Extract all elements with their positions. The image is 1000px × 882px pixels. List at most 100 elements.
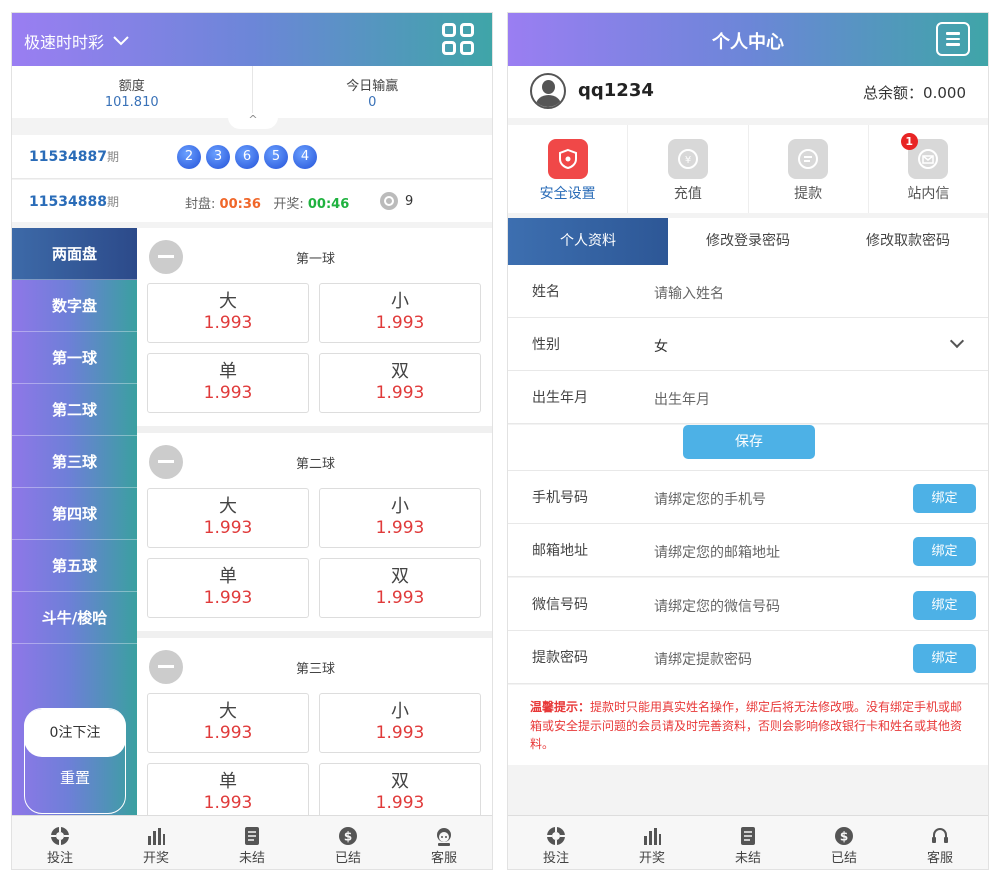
bet-option[interactable]: 大 1.993 <box>147 693 309 753</box>
phone-label: 手机号码 <box>532 490 588 506</box>
wechat-label: 微信号码 <box>532 597 588 613</box>
bottom-tabbar: 投注 开奖 未结 $ 已结 客服 <box>508 815 988 869</box>
document-icon <box>245 827 259 845</box>
last-period: 11534887期 <box>29 149 119 165</box>
tab-bet[interactable]: 投注 <box>508 816 604 869</box>
draw-ball: 6 <box>235 145 259 169</box>
online-count: 9 <box>379 191 413 211</box>
ball-group: 第二球 大 1.993 小 1.993 单 1.993 双 1.993 <box>137 433 492 631</box>
svg-text:¥: ¥ <box>685 155 691 166</box>
menu-icon[interactable] <box>936 22 970 56</box>
tab-settled[interactable]: $ 已结 <box>796 816 892 869</box>
next-period: 11534888期 <box>29 194 119 210</box>
tip-body: 提款时只能用真实姓名操作，绑定后将无法修改哦。没有绑定手机或邮箱或安全提示问题的… <box>530 700 963 751</box>
withdraw-password-label: 提款密码 <box>532 650 588 666</box>
tab-login-password[interactable]: 修改登录密码 <box>668 218 828 265</box>
quick-messages[interactable]: 1 站内信 <box>869 125 988 213</box>
nav-ball-2[interactable]: 第二球 <box>12 384 137 436</box>
profile-tabs: 个人资料 修改登录密码 修改取款密码 <box>508 218 988 265</box>
draw-ball: 3 <box>206 145 230 169</box>
unread-badge: 1 <box>900 133 918 150</box>
tab-support[interactable]: 客服 <box>396 816 492 869</box>
nav-two-sides[interactable]: 两面盘 <box>12 228 137 280</box>
wechat-row: 微信号码 请绑定您的微信号码 绑定 <box>508 578 988 631</box>
svg-text:$: $ <box>840 830 848 844</box>
nav-ball-1[interactable]: 第一球 <box>12 332 137 384</box>
name-input[interactable]: 请输入姓名 <box>654 283 904 303</box>
quick-withdraw[interactable]: 提款 <box>749 125 869 213</box>
chevron-down-icon <box>113 36 129 46</box>
bind-withdraw-password-button[interactable]: 绑定 <box>913 644 976 673</box>
header: 个人中心 <box>508 13 988 66</box>
collapse-tab[interactable]: ^ <box>228 113 278 129</box>
game-selector[interactable]: 极速时时彩 <box>24 29 130 53</box>
email-input[interactable]: 请绑定您的邮箱地址 <box>654 542 904 562</box>
headset-icon <box>932 828 948 843</box>
bar-chart-icon <box>148 828 165 845</box>
bet-option[interactable]: 大 1.993 <box>147 283 309 343</box>
tab-profile[interactable]: 个人资料 <box>508 218 668 265</box>
birth-label: 出生年月 <box>532 390 588 406</box>
reset-button[interactable]: 重置 <box>25 767 125 788</box>
bet-option[interactable]: 双 1.993 <box>319 353 481 413</box>
bind-email-button[interactable]: 绑定 <box>913 537 976 566</box>
birth-input[interactable]: 出生年月 <box>654 389 904 409</box>
nav-ball-5[interactable]: 第五球 <box>12 540 137 592</box>
tab-settled[interactable]: $ 已结 <box>300 816 396 869</box>
phone-row: 手机号码 请绑定您的手机号 绑定 <box>508 471 988 524</box>
stat-value: 0 <box>368 95 377 110</box>
quick-deposit[interactable]: ¥ 充值 <box>628 125 749 213</box>
bet-option[interactable]: 双 1.993 <box>319 763 481 817</box>
nav-number[interactable]: 数字盘 <box>12 280 137 332</box>
quick-security[interactable]: 安全设置 <box>508 125 629 213</box>
group-title: 第一球 <box>295 252 335 267</box>
tab-bet[interactable]: 投注 <box>12 816 108 869</box>
tab-withdraw-password[interactable]: 修改取款密码 <box>828 218 988 265</box>
next-draw-row: 11534888期 封盘: 00:36 开奖: 00:46 9 <box>12 180 492 222</box>
shield-icon <box>547 139 588 179</box>
bet-option[interactable]: 单 1.993 <box>147 353 309 413</box>
tab-unsettled[interactable]: 未结 <box>700 816 796 869</box>
document-icon <box>741 827 755 845</box>
withdraw-password-row: 提款密码 请绑定提款密码 绑定 <box>508 631 988 684</box>
open-countdown: 00:46 <box>307 197 350 212</box>
bet-option[interactable]: 大 1.993 <box>147 488 309 548</box>
bind-wechat-button[interactable]: 绑定 <box>913 591 976 620</box>
tab-results[interactable]: 开奖 <box>604 816 700 869</box>
phone-input[interactable]: 请绑定您的手机号 <box>654 489 904 509</box>
tab-results[interactable]: 开奖 <box>108 816 204 869</box>
wechat-input[interactable]: 请绑定您的微信号码 <box>654 596 904 616</box>
credit-stat: 额度 101.810 <box>12 66 253 118</box>
save-button[interactable]: 保存 <box>683 425 815 459</box>
bind-phone-button[interactable]: 绑定 <box>913 484 976 513</box>
gender-select[interactable]: 女 <box>654 336 904 356</box>
chip-icon <box>51 827 69 845</box>
name-row: 姓名 请输入姓名 <box>508 265 988 318</box>
place-bet-button[interactable]: 0注下注 <box>24 709 126 757</box>
bet-option[interactable]: 小 1.993 <box>319 283 481 343</box>
ball-group: 第一球 大 1.993 小 1.993 单 1.993 双 1.993 <box>137 228 492 426</box>
tab-support[interactable]: 客服 <box>892 816 988 869</box>
tab-unsettled[interactable]: 未结 <box>204 816 300 869</box>
sound-icon[interactable] <box>379 191 399 211</box>
tip-title: 温馨提示： <box>530 700 591 714</box>
chevron-down-icon[interactable] <box>949 333 965 349</box>
bet-option[interactable]: 双 1.993 <box>319 558 481 618</box>
bar-chart-icon <box>644 828 661 845</box>
dollar-icon: $ <box>835 827 853 845</box>
nav-ball-4[interactable]: 第四球 <box>12 488 137 540</box>
bet-option[interactable]: 小 1.993 <box>319 693 481 753</box>
nav-niuniu[interactable]: 斗牛/梭哈 <box>12 592 137 644</box>
nav-ball-3[interactable]: 第三球 <box>12 436 137 488</box>
play-type-sidebar: 两面盘 数字盘 第一球 第二球 第三球 第四球 第五球 斗牛/梭哈 0注下注 重… <box>12 228 137 817</box>
today-pnl-stat: 今日输赢 0 <box>253 66 493 118</box>
withdraw-icon <box>788 139 829 179</box>
birth-row: 出生年月 出生年月 <box>508 371 988 424</box>
bet-option[interactable]: 单 1.993 <box>147 558 309 618</box>
svg-text:$: $ <box>344 830 352 844</box>
grid-menu-icon[interactable] <box>442 23 474 55</box>
bet-option[interactable]: 小 1.993 <box>319 488 481 548</box>
bet-market: 第一球 大 1.993 小 1.993 单 1.993 双 1.993 第二球 大 1.9… <box>137 228 492 817</box>
bet-option[interactable]: 单 1.993 <box>147 763 309 817</box>
withdraw-password-input[interactable]: 请绑定提款密码 <box>654 649 904 669</box>
